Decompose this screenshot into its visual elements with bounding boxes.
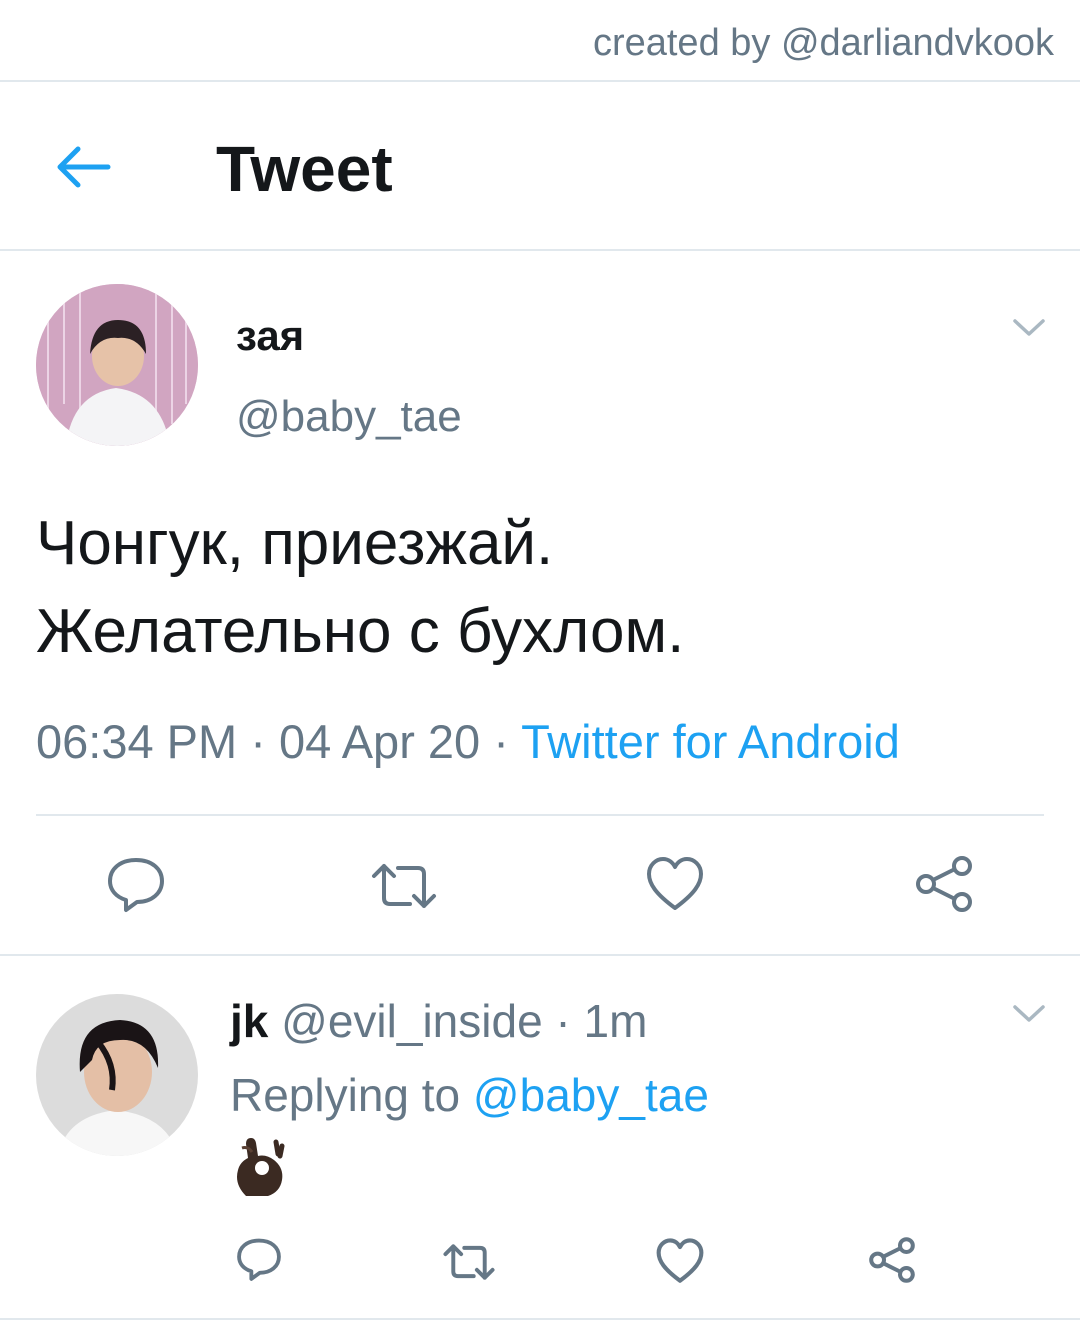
reply-author-handle[interactable]: @evil_inside <box>281 995 543 1047</box>
share-button[interactable] <box>914 854 974 919</box>
replying-to-handle-link[interactable]: @baby_tae <box>473 1069 709 1121</box>
reply-meta: jk @evil_inside · 1m <box>230 994 647 1048</box>
header-divider <box>0 249 1080 251</box>
reply-options-button[interactable] <box>1012 1002 1046 1031</box>
reply-icon <box>108 858 164 912</box>
replying-to: Replying to @baby_tae <box>230 1068 709 1122</box>
tweet-options-button[interactable] <box>1012 316 1046 345</box>
reply-share-button[interactable] <box>868 1236 916 1289</box>
retweet-icon <box>372 864 436 908</box>
tweet-text-line-1: Чонгук, приезжай. <box>36 509 554 578</box>
meta-separator: · <box>542 995 584 1047</box>
replying-to-label: Replying to <box>230 1069 473 1121</box>
retweet-button[interactable] <box>370 858 438 919</box>
meta-separator: · <box>480 715 522 768</box>
author-avatar[interactable] <box>36 284 198 446</box>
reply-icon <box>237 1238 281 1281</box>
back-button[interactable] <box>52 135 116 199</box>
ok-hand-emoji-icon <box>232 1134 288 1198</box>
tweet-text: Чонгук, приезжай. Желательно с бухлом. <box>36 500 1046 676</box>
reply-button[interactable] <box>106 854 166 919</box>
page-title: Tweet <box>216 133 393 205</box>
reply-time-ago: 1m <box>583 995 648 1047</box>
chevron-down-icon <box>1013 1005 1045 1022</box>
reply-author-name[interactable]: jk <box>230 995 268 1047</box>
reply-retweet-button[interactable] <box>442 1240 496 1289</box>
like-button[interactable] <box>646 856 704 917</box>
share-icon <box>916 856 972 912</box>
share-icon <box>869 1237 915 1283</box>
tweet-time: 06:34 PM <box>36 715 238 768</box>
watermark-credit: created by @darliandvkook <box>592 22 1054 64</box>
chevron-down-icon <box>1013 319 1045 336</box>
arrow-left-icon <box>57 146 111 188</box>
tweet-text-line-2: Желательно с бухлом. <box>36 597 685 666</box>
tweet-meta: 06:34 PM · 04 Apr 20 · Twitter for Andro… <box>36 714 900 769</box>
heart-icon <box>656 1238 704 1283</box>
reply-reply-button[interactable] <box>236 1236 282 1287</box>
retweet-icon <box>443 1244 495 1280</box>
author-handle[interactable]: @baby_tae <box>236 392 462 442</box>
reply-author-avatar[interactable] <box>36 994 198 1156</box>
author-name[interactable]: зая <box>236 312 304 360</box>
meta-separator: · <box>237 715 279 768</box>
reply-section-divider <box>0 954 1080 956</box>
tweet-date: 04 Apr 20 <box>278 715 481 768</box>
heart-icon <box>647 857 703 910</box>
top-divider <box>0 80 1080 82</box>
bottom-divider <box>0 1318 1080 1320</box>
actions-divider <box>36 814 1044 816</box>
reply-like-button[interactable] <box>656 1238 704 1289</box>
tweet-source-link[interactable]: Twitter for Android <box>521 715 900 768</box>
